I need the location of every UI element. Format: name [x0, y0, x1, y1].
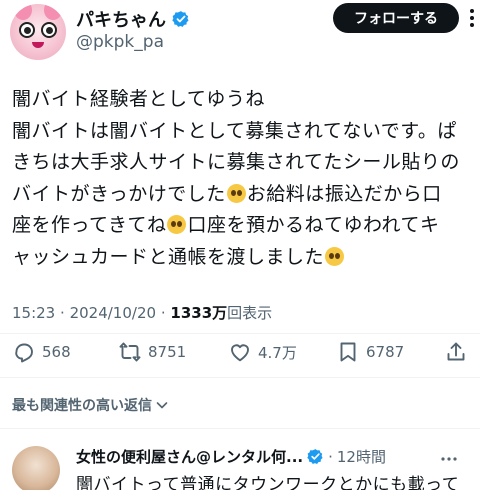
more-options-icon[interactable] — [440, 450, 458, 468]
reply-text: 闇バイトって普通にタウンワークとかにも載って — [76, 475, 460, 490]
view-count: 1333万 — [170, 304, 228, 322]
tweet-text-segment: 口座を預かるねてゆわれてキ — [187, 214, 440, 236]
reply-count: 568 — [42, 343, 71, 361]
like-button[interactable]: 4.7万 — [228, 340, 297, 364]
sort-label: 最も関連性の高い返信 — [12, 398, 152, 414]
verified-badge-icon — [172, 11, 189, 27]
tweet-text-segment: ャッシュカードと通帳を渡しました — [12, 245, 325, 268]
author-name-row[interactable]: パキちゃん — [76, 6, 190, 32]
tweet-text: 闇バイト経験者としてゆうね 闇バイトは闇バイトとして募集されてないです。ぱ きち… — [12, 84, 472, 273]
avatar-eye — [19, 22, 35, 38]
repost-icon — [119, 342, 141, 362]
meta-separator: · — [60, 304, 65, 322]
reply-time[interactable]: 12時間 — [337, 446, 386, 467]
repost-count: 8751 — [148, 343, 187, 361]
share-button[interactable] — [444, 340, 468, 364]
author-display-name[interactable]: パキちゃん — [76, 6, 166, 32]
avatar-mouth — [32, 42, 44, 48]
avatar-ear — [14, 4, 32, 20]
tweet-text-segment: お給料は振込だから口 — [246, 182, 442, 205]
views-label: 回表示 — [227, 304, 273, 322]
pleading-face-emoji — [226, 183, 246, 203]
like-count: 4.7万 — [258, 343, 297, 362]
divider — [0, 333, 480, 334]
tweet-time[interactable]: 15:23 — [12, 304, 55, 322]
divider — [0, 428, 480, 429]
author-avatar[interactable] — [10, 4, 66, 60]
author-handle[interactable]: @pkpk_pa — [76, 32, 164, 52]
reply-header: 女性の便利屋さん@レンタル何... · 12時間 — [76, 446, 386, 467]
more-options-icon[interactable] — [464, 6, 480, 30]
tweet-actions: 568 8751 4.7万 6787 — [0, 336, 480, 372]
reply-avatar[interactable] — [12, 446, 60, 490]
avatar-eye — [41, 22, 57, 38]
verified-badge-icon — [307, 449, 323, 464]
avatar-ear — [44, 4, 62, 20]
share-icon — [447, 342, 465, 361]
pleading-face-emoji — [167, 215, 187, 234]
repost-button[interactable]: 8751 — [118, 340, 186, 364]
tweet-text-segment: 座を作ってきてね — [12, 214, 167, 236]
tweet-text-segment: バイトがきっかけでした — [12, 182, 226, 205]
bookmark-icon — [340, 342, 356, 362]
tweet-line: バイトがきっかけでした お給料は振込だから口 — [12, 179, 472, 211]
divider — [0, 377, 480, 378]
tweet-line: 座を作ってきてね 口座を預かるねてゆわれてキ — [12, 210, 472, 242]
reply-sort-dropdown[interactable]: 最も関連性の高い返信 — [12, 395, 169, 415]
tweet-date[interactable]: 2024/10/20 — [70, 304, 156, 322]
tweet-line: きちは大手求人サイトに募集されてたシール貼りの — [12, 147, 472, 179]
reply-item[interactable]: 女性の便利屋さん@レンタル何... · 12時間 闇バイトって普通にタウンワーク… — [0, 438, 480, 490]
tweet-line: 闇バイト経験者としてゆうね — [12, 84, 472, 116]
reply-separator: · — [328, 447, 333, 466]
heart-icon — [231, 344, 249, 362]
meta-separator: · — [160, 304, 166, 322]
tweet-text-segment: きちは大手求人サイトに募集されてたシール貼りの — [12, 151, 460, 173]
tweet-text-segment: 闇バイトは闇バイトとして募集されてないです。ぱ — [12, 119, 457, 142]
tweet-meta: 15:23 · 2024/10/20 · 1333万回表示 — [12, 302, 272, 323]
follow-button[interactable]: フォローする — [333, 3, 459, 33]
chevron-down-icon — [156, 402, 168, 409]
bookmark-count: 6787 — [366, 343, 405, 361]
pleading-face-emoji — [325, 246, 345, 266]
reply-icon — [15, 343, 33, 363]
reply-author-name[interactable]: 女性の便利屋さん@レンタル何... — [76, 446, 303, 467]
tweet-header: パキちゃん @pkpk_pa フォローする — [0, 0, 480, 60]
tweet-line: ャッシュカードと通帳を渡しました — [12, 242, 472, 274]
reply-button[interactable]: 568 — [12, 340, 71, 364]
tweet-line: 闇バイトは闇バイトとして募集されてないです。ぱ — [12, 116, 472, 148]
tweet-text-segment: 闇バイト経験者としてゆうね — [12, 88, 265, 110]
bookmark-button[interactable]: 6787 — [336, 340, 404, 364]
